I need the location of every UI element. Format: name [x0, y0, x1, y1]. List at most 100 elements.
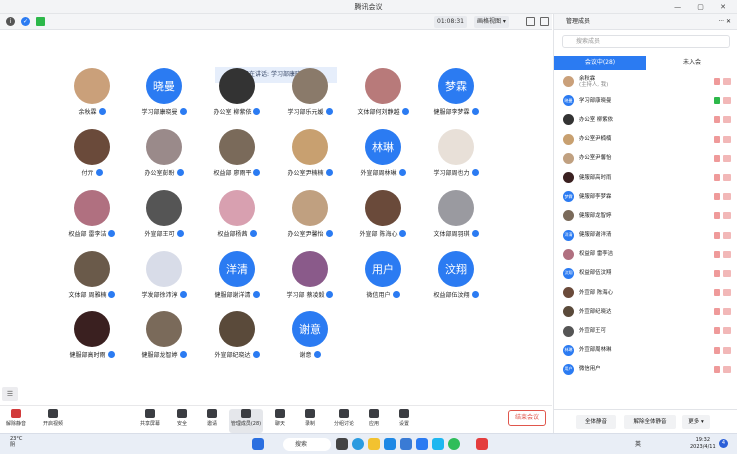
member-row[interactable]: 余秋霖 (主持人, 我) [554, 72, 737, 91]
member-mic-icon[interactable] [714, 231, 720, 239]
participant-tile[interactable]: 洋清 健服部谢洋清 [201, 251, 273, 303]
tab-not-joined[interactable]: 未入会 [646, 56, 737, 70]
member-camera-icon[interactable] [723, 346, 731, 354]
notification-badge[interactable]: 4 [719, 439, 728, 448]
member-row[interactable]: 用户 微信用户 [554, 360, 737, 379]
wps-icon[interactable] [476, 438, 488, 450]
member-camera-icon[interactable] [723, 308, 731, 316]
member-row[interactable]: 办公室尹楠楠 [554, 130, 737, 149]
member-camera-icon[interactable] [723, 116, 731, 124]
member-mic-icon[interactable] [714, 116, 720, 124]
participant-tile[interactable]: 学发部徐沛淳 [128, 251, 200, 303]
member-camera-icon[interactable] [723, 154, 731, 162]
edge-icon[interactable] [352, 438, 364, 450]
wechat-icon[interactable] [448, 438, 460, 450]
member-row[interactable]: 办公室尹馨怡 [554, 149, 737, 168]
taskview-icon[interactable] [336, 438, 348, 450]
breakout-button[interactable]: 分组讨论 [330, 409, 358, 433]
member-row[interactable]: 晓曼 学习部康晓曼 [554, 91, 737, 110]
collapse-button[interactable]: ☰ [2, 387, 18, 401]
participant-tile[interactable]: 办公室尹楠楠 [274, 129, 346, 181]
tencent-meeting-icon[interactable] [416, 438, 428, 450]
start-icon[interactable] [252, 438, 264, 450]
member-camera-icon[interactable] [723, 78, 731, 85]
app-icon[interactable] [432, 438, 444, 450]
member-row[interactable]: 林琳 外宣部周林琳 [554, 341, 737, 360]
member-mic-icon[interactable] [714, 97, 720, 105]
participant-tile[interactable]: 文体部 周雅楠 [56, 251, 128, 303]
participant-tile[interactable]: 林琳 外宣部周林琳 [347, 129, 419, 181]
participant-tile[interactable]: 用户 微信用户 [347, 251, 419, 303]
participant-tile[interactable]: 外宣部王可 [128, 190, 200, 242]
member-mic-icon[interactable] [714, 250, 720, 258]
signal-icon[interactable] [36, 17, 45, 26]
member-row[interactable]: 汶翔 权益部伍汶翔 [554, 264, 737, 283]
member-mic-icon[interactable] [714, 173, 720, 181]
weather-widget[interactable]: 23°C 阴 [10, 436, 22, 448]
qq-icon[interactable] [384, 438, 396, 450]
layout-icon[interactable] [540, 17, 549, 26]
mute-all-button[interactable]: 全体静音 [576, 415, 616, 429]
member-camera-icon[interactable] [723, 173, 731, 181]
member-row[interactable]: 健服部高时雨 [554, 168, 737, 187]
tab-in-meeting[interactable]: 会议中(28) [554, 56, 646, 70]
member-camera-icon[interactable] [723, 327, 731, 335]
chat-button[interactable]: 聊天 [266, 409, 294, 433]
participant-tile[interactable]: 健服部龙智婷 [128, 311, 200, 363]
participant-tile[interactable]: 汶翔 权益部伍汶翔 [420, 251, 492, 303]
member-row[interactable]: 外宣部纪晓达 [554, 302, 737, 321]
member-search-input[interactable]: 搜索成员 [562, 35, 730, 48]
settings-button[interactable]: 设置 [390, 409, 418, 433]
system-clock[interactable]: 19:32 2023/4/11 [690, 437, 716, 451]
participant-tile[interactable]: 梦霖 健服部李梦霖 [420, 68, 492, 120]
participant-tile[interactable]: 学习部乐元媛 [274, 68, 346, 120]
member-mic-icon[interactable] [714, 308, 720, 316]
member-mic-icon[interactable] [714, 193, 720, 201]
member-row[interactable]: 外宣部王可 [554, 321, 737, 340]
member-mic-icon[interactable] [714, 154, 720, 162]
participant-tile[interactable]: 办公室尹馨怡 [274, 190, 346, 242]
store-icon[interactable] [400, 438, 412, 450]
info-icon[interactable]: i [6, 17, 15, 26]
member-camera-icon[interactable] [723, 250, 731, 258]
participant-tile[interactable]: 权益部杨茜 [201, 190, 273, 242]
participant-tile[interactable]: 学习部 蔡凌毅 [274, 251, 346, 303]
participant-tile[interactable]: 健服部高时雨 [56, 311, 128, 363]
more-button[interactable]: 更多 ▾ [682, 415, 710, 429]
participant-tile[interactable]: 学习部周也力 [420, 129, 492, 181]
unmute-button[interactable]: 解除静音 [2, 409, 30, 433]
member-mic-icon[interactable] [714, 269, 720, 277]
member-mic-icon[interactable] [714, 365, 720, 373]
member-row[interactable]: 洋清 健服部谢洋清 [554, 226, 737, 245]
participant-tile[interactable]: 外宣部纪晓达 [201, 311, 273, 363]
member-row[interactable]: 权益部 雷李洁 [554, 245, 737, 264]
participant-tile[interactable]: 晓曼 学习部康晓曼 [128, 68, 200, 120]
view-switch-button[interactable]: 画格视图 ▾ [474, 16, 509, 28]
window-controls[interactable]: — ▢ ✕ [674, 0, 733, 14]
end-meeting-button[interactable]: 结束会议 [508, 410, 546, 426]
member-row[interactable]: 办公室 柳紫依 [554, 110, 737, 129]
member-row[interactable]: 健服部龙智婷 [554, 206, 737, 225]
ime-indicator[interactable]: 英 [635, 439, 641, 448]
panel-close-icon[interactable]: ··· ✕ [718, 14, 731, 30]
manage-members-button[interactable]: 管理成员(28) [229, 409, 263, 433]
participant-tile[interactable]: 谢意 谢意 [274, 311, 346, 363]
member-camera-icon[interactable] [723, 365, 731, 373]
participant-tile[interactable]: 外宣部 陈海心 [347, 190, 419, 242]
record-button[interactable]: 录制 [296, 409, 324, 433]
invite-button[interactable]: 邀请 [198, 409, 226, 433]
participant-tile[interactable]: 办公室彭盼 [128, 129, 200, 181]
member-mic-icon[interactable] [714, 289, 720, 297]
participant-tile[interactable]: 余秋霖 [56, 68, 128, 120]
member-mic-icon[interactable] [714, 78, 720, 85]
member-mic-icon[interactable] [714, 327, 720, 335]
member-camera-icon[interactable] [723, 231, 731, 239]
member-mic-icon[interactable] [714, 212, 720, 220]
member-row[interactable]: 外宣部 陈海心 [554, 283, 737, 302]
unmute-all-button[interactable]: 解除全体静音 [624, 415, 676, 429]
member-camera-icon[interactable] [723, 289, 731, 297]
member-camera-icon[interactable] [723, 212, 731, 220]
security-button[interactable]: 安全 [168, 409, 196, 433]
fullscreen-icon[interactable] [526, 17, 535, 26]
taskbar-search[interactable]: 搜索 [283, 438, 331, 451]
